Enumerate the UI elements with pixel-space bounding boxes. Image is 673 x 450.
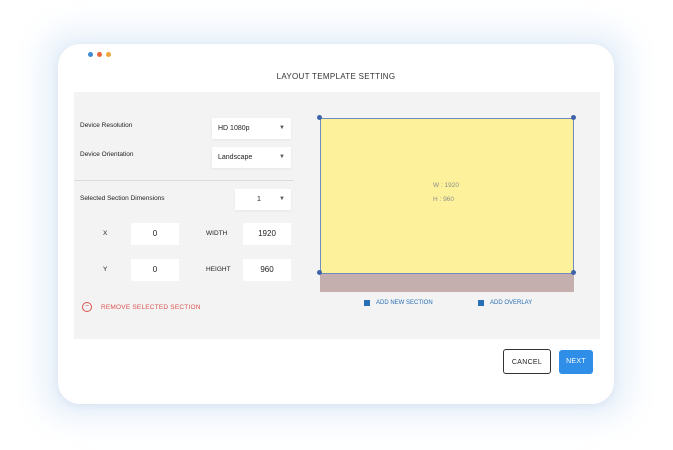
settings-panel: Device Resolution HD 1080p ▼ Device Orie… xyxy=(74,92,600,339)
device-resolution-label: Device Resolution xyxy=(80,122,133,129)
width-input[interactable]: 1920 xyxy=(243,223,291,245)
height-input[interactable]: 960 xyxy=(243,259,291,281)
window-controls xyxy=(88,52,111,57)
layout-preview: W : 1920 H : 960 xyxy=(317,115,576,292)
remove-section-label: REMOVE SELECTED SECTION xyxy=(101,303,201,311)
window-dot-blue[interactable] xyxy=(88,52,93,57)
add-new-section-label: ADD NEW SECTION xyxy=(376,300,433,306)
selected-section-label: Selected Section Dimensions xyxy=(80,195,165,202)
add-overlay-label: ADD OVERLAY xyxy=(490,300,533,306)
device-resolution-value: HD 1080p xyxy=(218,125,250,132)
y-label: Y xyxy=(103,266,108,273)
dialog-title: LAYOUT TEMPLATE SETTING xyxy=(276,72,396,81)
selected-section-select[interactable]: 1 ▼ xyxy=(235,189,291,210)
chevron-down-icon: ▼ xyxy=(279,125,285,131)
device-orientation-select[interactable]: Landscape ▼ xyxy=(212,147,291,168)
cancel-button[interactable]: CANCEL xyxy=(503,349,551,374)
section-width-text: W : 1920 xyxy=(433,182,460,189)
height-label: HEIGHT xyxy=(206,266,231,273)
section-height-text: H : 960 xyxy=(433,196,454,203)
x-input[interactable]: 0 xyxy=(131,223,179,245)
chevron-down-icon: ▼ xyxy=(279,196,285,202)
device-resolution-select[interactable]: HD 1080p ▼ xyxy=(212,118,291,139)
device-orientation-label: Device Orientation xyxy=(80,151,134,158)
x-label: X xyxy=(103,230,108,237)
layout-template-dialog: LAYOUT TEMPLATE SETTING Device Resolutio… xyxy=(58,44,614,404)
device-orientation-value: Landscape xyxy=(218,154,253,161)
add-overlay-button[interactable]: ADD OVERLAY xyxy=(478,300,532,306)
plus-square-icon xyxy=(364,300,370,306)
form-divider xyxy=(74,180,294,181)
resize-handle-top-right[interactable] xyxy=(571,115,576,120)
layers-icon xyxy=(478,300,484,306)
selected-section-value: 1 xyxy=(257,196,261,203)
layout-section-1[interactable]: W : 1920 H : 960 xyxy=(320,118,574,274)
window-dot-yellow[interactable] xyxy=(106,52,111,57)
y-input[interactable]: 0 xyxy=(131,259,179,281)
resize-handle-bottom-right[interactable] xyxy=(571,270,576,275)
remove-section-button[interactable]: − REMOVE SELECTED SECTION xyxy=(82,302,201,312)
resize-handle-top-left[interactable] xyxy=(317,115,322,120)
next-button[interactable]: NEXT xyxy=(559,350,593,374)
window-dot-orange[interactable] xyxy=(97,52,102,57)
minus-circle-icon: − xyxy=(82,302,92,312)
add-new-section-button[interactable]: ADD NEW SECTION xyxy=(364,300,433,306)
chevron-down-icon: ▼ xyxy=(279,154,285,160)
resize-handle-bottom-left[interactable] xyxy=(317,270,322,275)
width-label: WIDTH xyxy=(206,230,228,237)
